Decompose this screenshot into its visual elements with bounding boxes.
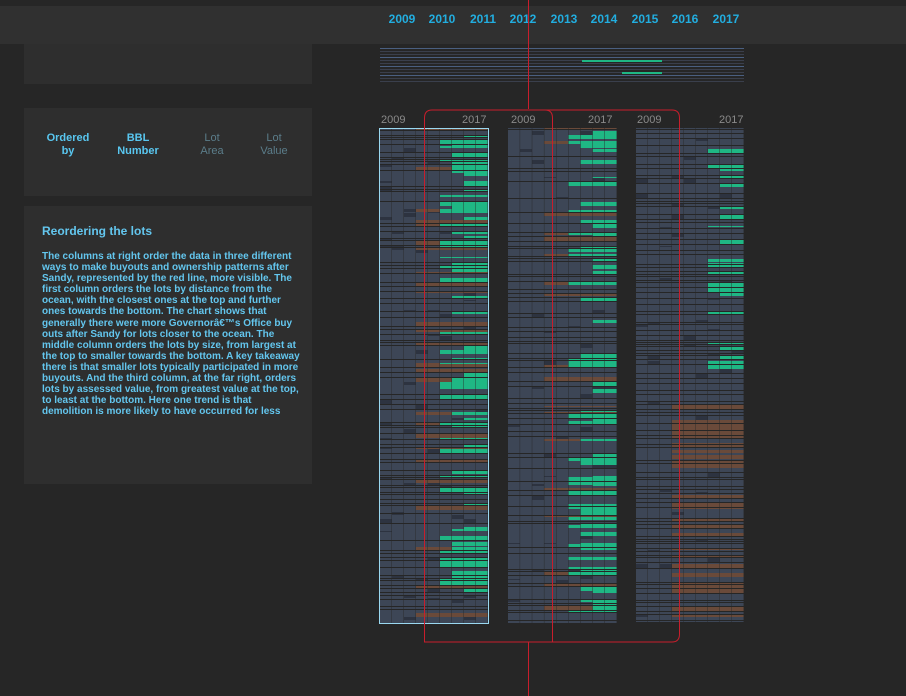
order-option-lot-value[interactable]: Lot Value [246, 132, 302, 158]
column-start-year: 2009 [637, 114, 662, 126]
ordered-by-label: Ordered by [46, 132, 90, 157]
description-title: Reordering the lots [42, 224, 153, 238]
lot-column-distance-from-ocean[interactable] [380, 128, 488, 623]
year-label: 2013 [550, 12, 578, 26]
lot-column-lot-area[interactable] [508, 128, 617, 623]
year-label: 2009 [388, 12, 416, 26]
order-option-lot-area[interactable]: Lot Area [184, 132, 240, 158]
column-end-year: 2017 [462, 114, 487, 126]
year-label: 2016 [671, 12, 699, 26]
year-label: 2014 [590, 12, 618, 26]
description-body: The columns at right order the data in t… [42, 251, 300, 418]
lot-column-lot-value[interactable] [636, 128, 744, 623]
year-label: 2017 [712, 12, 740, 26]
column-start-year: 2009 [381, 114, 406, 126]
order-option-bbl-number[interactable]: BBL Number [110, 132, 166, 158]
top-panel [24, 44, 312, 84]
ordering-panel: Ordered by BBL Number Lot Area Lot Value [24, 108, 312, 196]
year-label: 2011 [469, 12, 497, 26]
overview-minimap[interactable] [380, 44, 744, 84]
year-axis: 2009 2010 2011 2012 2013 2014 2015 2016 … [382, 12, 744, 34]
year-label: 2015 [631, 12, 659, 26]
column-end-year: 2017 [719, 114, 744, 126]
column-start-year: 2009 [511, 114, 536, 126]
column-end-year: 2017 [588, 114, 613, 126]
year-label: 2010 [428, 12, 456, 26]
year-label: 2012 [509, 12, 537, 26]
description-panel: Reordering the lots The columns at right… [24, 206, 312, 484]
